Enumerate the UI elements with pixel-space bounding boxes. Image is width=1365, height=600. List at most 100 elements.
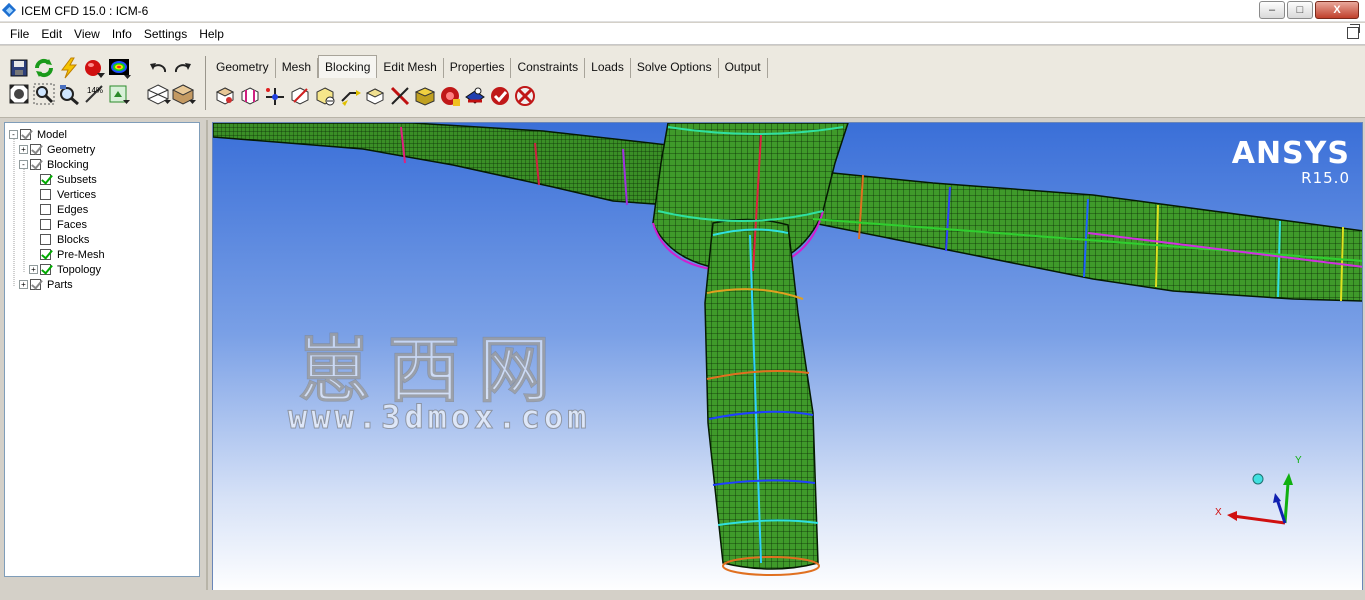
tab-mesh[interactable]: Mesh [276,58,319,78]
visibility-checkbox[interactable] [40,219,51,230]
pre-mesh-params-icon[interactable] [414,85,436,107]
tree-item-edges[interactable]: Edges [29,202,88,217]
tree-item-subsets[interactable]: Subsets [29,172,97,187]
close-button[interactable]: X [1315,1,1359,19]
edit-block-icon[interactable] [289,85,311,107]
tree-item-label: Blocks [57,233,90,246]
tree-item-label: Faces [57,218,87,231]
collapse-icon[interactable]: - [9,130,18,139]
tree-item-blocks[interactable]: Blocks [29,232,89,247]
check-blocks-icon[interactable] [489,85,511,107]
tree-item-vertices[interactable]: Vertices [29,187,96,202]
tree-item-label: Parts [47,278,73,291]
tree-item-label: Subsets [57,173,97,186]
refresh-icon[interactable] [33,57,55,79]
tree-item-topology[interactable]: + Topology [29,262,101,277]
quality-icon[interactable] [439,85,461,107]
ansys-logo: ANSYS R15.0 [1231,136,1350,188]
tab-edit-mesh[interactable]: Edit Mesh [377,58,444,78]
tree-item-label: Model [37,128,67,141]
tree-item-label: Geometry [47,143,96,156]
associate-icon[interactable] [264,85,286,107]
menu-edit[interactable]: Edit [35,27,68,41]
menu-settings[interactable]: Settings [138,27,193,41]
undo-icon[interactable] [147,57,169,79]
maximize-button[interactable]: □ [1287,1,1313,19]
menu-bar: File Edit View Info Settings Help [0,23,1365,45]
lightning-icon[interactable] [58,57,80,79]
visibility-checkbox[interactable] [20,129,31,140]
visibility-checkbox[interactable] [40,249,51,260]
title-bar: ICEM CFD 15.0 : ICM-6 – □ X [0,0,1365,22]
tab-geometry[interactable]: Geometry [210,58,276,78]
tree-item-label: Blocking [47,158,89,171]
visibility-checkbox[interactable] [30,159,41,170]
menu-help[interactable]: Help [193,27,230,41]
tab-loads[interactable]: Loads [585,58,631,78]
expand-icon[interactable]: + [19,145,28,154]
ansys-brand: ANSYS [1231,136,1350,171]
view-toggle-group [147,83,196,105]
minimize-button[interactable]: – [1259,1,1285,19]
split-block-icon[interactable] [239,85,261,107]
tree-item-label: Pre-Mesh [57,248,105,261]
count-icon[interactable]: 14% [83,83,105,105]
tree-item-label: Edges [57,203,89,216]
visibility-checkbox[interactable] [40,204,51,215]
save-icon[interactable] [8,57,30,79]
tree-item-pre-mesh[interactable]: Pre-Mesh [29,247,105,262]
color-display-icon[interactable] [108,57,131,79]
solid-view-icon[interactable] [171,83,196,105]
visibility-checkbox[interactable] [40,234,51,245]
visibility-checkbox[interactable] [30,279,41,290]
expand-icon[interactable]: + [19,280,28,289]
axis-triad[interactable]: X Y [1213,453,1313,533]
visibility-checkbox[interactable] [40,189,51,200]
tree-item-model[interactable]: - Model [9,127,67,142]
graphics-viewport[interactable]: 崽西网 www.3dmox.com ANSYS R15.0 X Y [212,122,1363,594]
delete-icon[interactable] [389,85,411,107]
expand-icon[interactable]: + [29,265,38,274]
smoothing-icon[interactable] [464,85,486,107]
zoom-icon[interactable] [33,83,55,105]
tab-properties[interactable]: Properties [444,58,512,78]
tab-blocking[interactable]: Blocking [318,55,378,78]
icem-app-icon [3,4,17,18]
tab-output[interactable]: Output [719,58,768,78]
edit-edge-icon[interactable] [364,85,386,107]
view-box-icon[interactable] [147,83,171,105]
restore-window-icon[interactable] [1347,24,1360,39]
visibility-checkbox[interactable] [40,264,51,275]
tree-item-label: Vertices [57,188,97,201]
main-toolbar-row1 [8,57,131,79]
tab-solve-options[interactable]: Solve Options [631,58,719,78]
tree-item-parts[interactable]: + Parts [19,277,73,292]
undo-redo-group [147,57,194,79]
panel-splitter[interactable] [206,120,208,600]
delete-block-icon[interactable] [514,85,536,107]
axis-x-label: X [1215,507,1222,518]
create-block-icon[interactable] [214,85,236,107]
redo-icon[interactable] [172,57,194,79]
axis-y-label: Y [1295,455,1302,466]
measure-icon[interactable] [58,83,80,106]
window-title: ICEM CFD 15.0 : ICM-6 [21,3,149,18]
toolbar-area: 14% Geometry Mesh Blocking Edit Mesh Pro… [0,46,1365,118]
snapshot-icon[interactable] [108,83,130,105]
tree-item-blocking[interactable]: - Blocking [19,157,89,172]
fit-window-icon[interactable] [8,83,30,105]
move-vertex-icon[interactable] [314,85,336,107]
stop-record-icon[interactable] [83,57,105,79]
collapse-icon[interactable]: - [19,160,28,169]
transform-icon[interactable] [339,85,361,107]
tree-item-geometry[interactable]: + Geometry [19,142,95,157]
tab-constraints[interactable]: Constraints [511,58,586,78]
menu-info[interactable]: Info [106,27,138,41]
main-toolbar-row2: 14% [8,83,130,106]
menu-view[interactable]: View [68,27,106,41]
visibility-checkbox[interactable] [40,174,51,185]
menu-file[interactable]: File [4,27,35,41]
mesh-geometry [213,123,1362,576]
tree-item-faces[interactable]: Faces [29,217,87,232]
visibility-checkbox[interactable] [30,144,41,155]
